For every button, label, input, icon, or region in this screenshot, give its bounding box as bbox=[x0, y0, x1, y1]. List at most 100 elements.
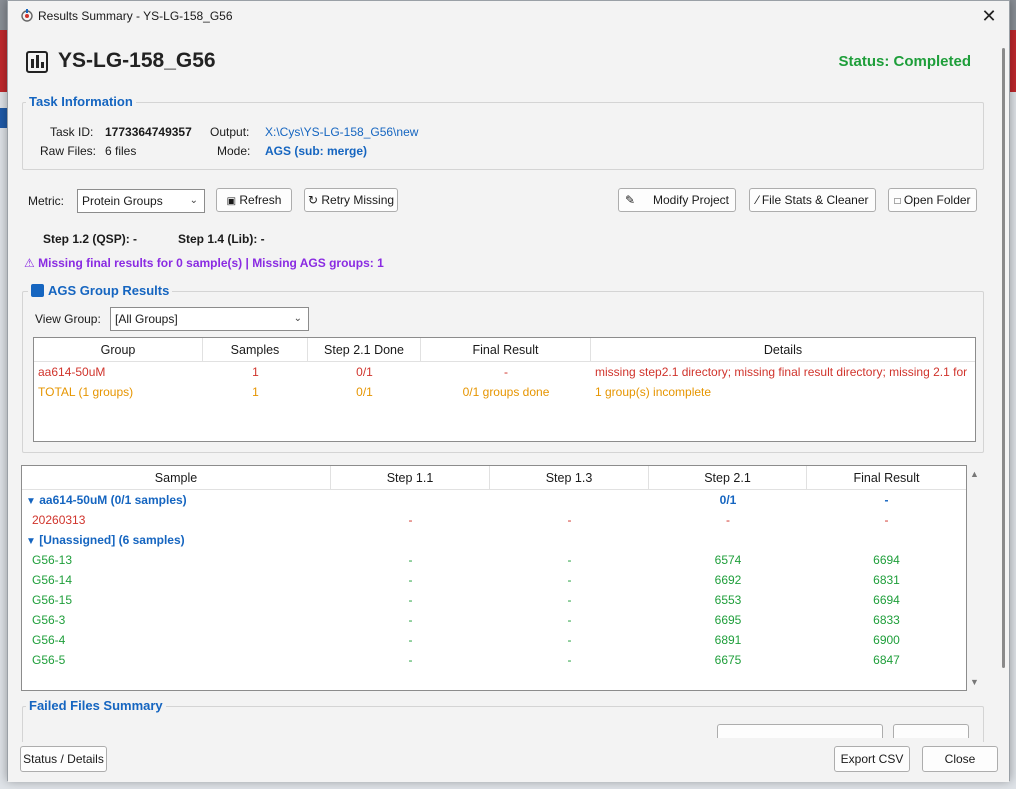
ags-group-results-legend: AGS Group Results bbox=[28, 283, 173, 298]
refresh-button[interactable]: ▣ Refresh bbox=[216, 188, 292, 212]
step11-cell: - bbox=[408, 653, 413, 667]
group-cell: TOTAL (1 groups) bbox=[38, 385, 134, 399]
scroll-up-icon[interactable]: ▲ bbox=[970, 469, 979, 479]
step11-cell: - bbox=[408, 553, 413, 567]
close-button[interactable]: Close bbox=[922, 746, 998, 772]
chevron-down-icon: ⌄ bbox=[189, 195, 198, 206]
column-header-final-result[interactable]: Final Result bbox=[807, 466, 966, 490]
open-folder-button[interactable]: □ Open Folder bbox=[888, 188, 977, 212]
column-header-final-result[interactable]: Final Result bbox=[421, 338, 591, 362]
step21-cell: 6695 bbox=[714, 613, 742, 627]
final-result-cell: 6833 bbox=[873, 613, 900, 627]
sample-name: G56-13 bbox=[32, 553, 73, 567]
details-cell: missing step2.1 directory; missing final… bbox=[595, 365, 968, 379]
pencil-icon: ✎ bbox=[625, 193, 636, 207]
close-icon: ✕ bbox=[981, 6, 997, 26]
close-window-button[interactable]: ✕ bbox=[969, 1, 1009, 32]
warning-icon: ⚠ bbox=[24, 256, 35, 270]
failed-files-clipped-button[interactable] bbox=[717, 724, 883, 738]
metric-select-value: Protein Groups bbox=[82, 194, 163, 208]
open-folder-label: Open Folder bbox=[903, 193, 971, 207]
tree-scrollbar[interactable]: ▲ ▼ bbox=[968, 465, 983, 691]
retry-missing-button[interactable]: ↻ Retry Missing bbox=[304, 188, 398, 212]
step13-cell: - bbox=[567, 553, 572, 567]
save-icon bbox=[31, 284, 44, 297]
metric-select[interactable]: Protein Groups ⌄ bbox=[77, 189, 205, 213]
export-csv-button[interactable]: Export CSV bbox=[834, 746, 910, 772]
samples-cell: 1 bbox=[252, 365, 259, 379]
column-header-step21[interactable]: Step 2.1 Done bbox=[308, 338, 421, 362]
column-header-group[interactable]: Group bbox=[34, 338, 203, 362]
step11-cell: - bbox=[408, 513, 413, 527]
step21-cell: 6553 bbox=[714, 593, 742, 607]
warning-text: Missing final results for 0 sample(s) | … bbox=[38, 256, 384, 270]
metric-label: Metric: bbox=[28, 194, 64, 208]
file-stats-cleaner-button[interactable]: ⁄ File Stats & Cleaner bbox=[749, 188, 876, 212]
task-id-value: 1773364749357 bbox=[105, 125, 192, 139]
scroll-down-icon[interactable]: ▼ bbox=[970, 677, 979, 687]
folder-icon: □ bbox=[894, 196, 901, 207]
step13-cell: - bbox=[567, 513, 572, 527]
task-id-label: Task ID: bbox=[50, 125, 94, 139]
step21-cell: 6574 bbox=[714, 553, 742, 567]
refresh-label: Refresh bbox=[239, 193, 282, 207]
dialog-scrollbar[interactable] bbox=[1002, 48, 1005, 668]
step13-cell: - bbox=[567, 633, 572, 647]
sample-name: G56-3 bbox=[32, 613, 66, 627]
mode-value: AGS (sub: merge) bbox=[265, 144, 368, 158]
step11-cell: - bbox=[408, 633, 413, 647]
step21-cell: 6692 bbox=[714, 573, 742, 587]
sample-name: G56-15 bbox=[32, 593, 73, 607]
column-header-step11[interactable]: Step 1.1 bbox=[331, 466, 490, 490]
step21-cell: 0/1 bbox=[356, 385, 373, 399]
final-result-cell: 6847 bbox=[873, 653, 900, 667]
modify-project-button[interactable]: ✎ Modify Project bbox=[618, 188, 736, 212]
mode-label: Mode: bbox=[217, 144, 251, 158]
column-header-step13[interactable]: Step 1.3 bbox=[490, 466, 649, 490]
view-group-value: [All Groups] bbox=[115, 312, 178, 326]
missing-results-warning: ⚠ Missing final results for 0 sample(s) … bbox=[24, 256, 384, 270]
view-group-select[interactable]: [All Groups] ⌄ bbox=[110, 307, 309, 331]
chevron-down-icon: ▼ bbox=[26, 496, 36, 507]
column-header-samples[interactable]: Samples bbox=[203, 338, 308, 362]
file-stats-label: File Stats & Cleaner bbox=[761, 193, 869, 207]
retry-icon: ↻ bbox=[307, 193, 319, 207]
project-title: YS-LG-158_G56 bbox=[58, 49, 216, 72]
raw-files-value: 6 files bbox=[105, 144, 137, 158]
step11-cell: - bbox=[408, 593, 413, 607]
group-expander: ▼ aa614-50uM (0/1 samples) bbox=[26, 493, 187, 507]
chart-icon bbox=[26, 51, 48, 73]
status-details-button[interactable]: Status / Details bbox=[20, 746, 107, 772]
step13-cell: - bbox=[567, 653, 572, 667]
sample-name: 20260313 bbox=[32, 513, 86, 527]
details-cell: 1 group(s) incomplete bbox=[595, 385, 712, 399]
refresh-icon: ▣ bbox=[226, 196, 237, 207]
column-header-step21[interactable]: Step 2.1 bbox=[649, 466, 807, 490]
raw-files-label: Raw Files: bbox=[40, 144, 97, 158]
final-result-cell: 6900 bbox=[873, 633, 900, 647]
group-cell: aa614-50uM bbox=[38, 365, 106, 379]
final-result-cell: - bbox=[504, 365, 508, 379]
dialog-footer: Status / Details Export CSV Close bbox=[8, 742, 1009, 782]
ags-results-table: Group Samples Step 2.1 Done Final Result… bbox=[33, 337, 976, 442]
output-path-link[interactable]: X:\Cys\YS-LG-158_G56\new bbox=[265, 125, 418, 139]
sample-name: G56-14 bbox=[32, 573, 73, 587]
column-header-sample[interactable]: Sample bbox=[22, 466, 331, 490]
title-bar[interactable]: Results Summary - YS-LG-158_G56 ✕ bbox=[8, 1, 1009, 32]
failed-files-clipped-button-2[interactable] bbox=[893, 724, 969, 738]
final-result-cell: 6694 bbox=[873, 553, 900, 567]
results-summary-dialog: Results Summary - YS-LG-158_G56 ✕ YS-LG-… bbox=[7, 0, 1010, 782]
failed-files-legend: Failed Files Summary bbox=[26, 698, 166, 713]
sample-name: G56-4 bbox=[32, 633, 66, 647]
group-step21: 0/1 bbox=[719, 493, 737, 507]
step13-cell: - bbox=[567, 613, 572, 627]
group-final: - bbox=[884, 493, 889, 507]
step21-cell: 0/1 bbox=[356, 365, 373, 379]
step13-cell: - bbox=[567, 593, 572, 607]
window-title: Results Summary - YS-LG-158_G56 bbox=[38, 9, 233, 23]
status-badge: Status: Completed bbox=[838, 53, 971, 70]
final-result-cell: 0/1 groups done bbox=[462, 385, 550, 399]
table-header: Group Samples Step 2.1 Done Final Result… bbox=[34, 338, 975, 362]
column-header-details[interactable]: Details bbox=[591, 338, 975, 362]
step-qsp-status: Step 1.2 (QSP): - bbox=[43, 232, 138, 246]
